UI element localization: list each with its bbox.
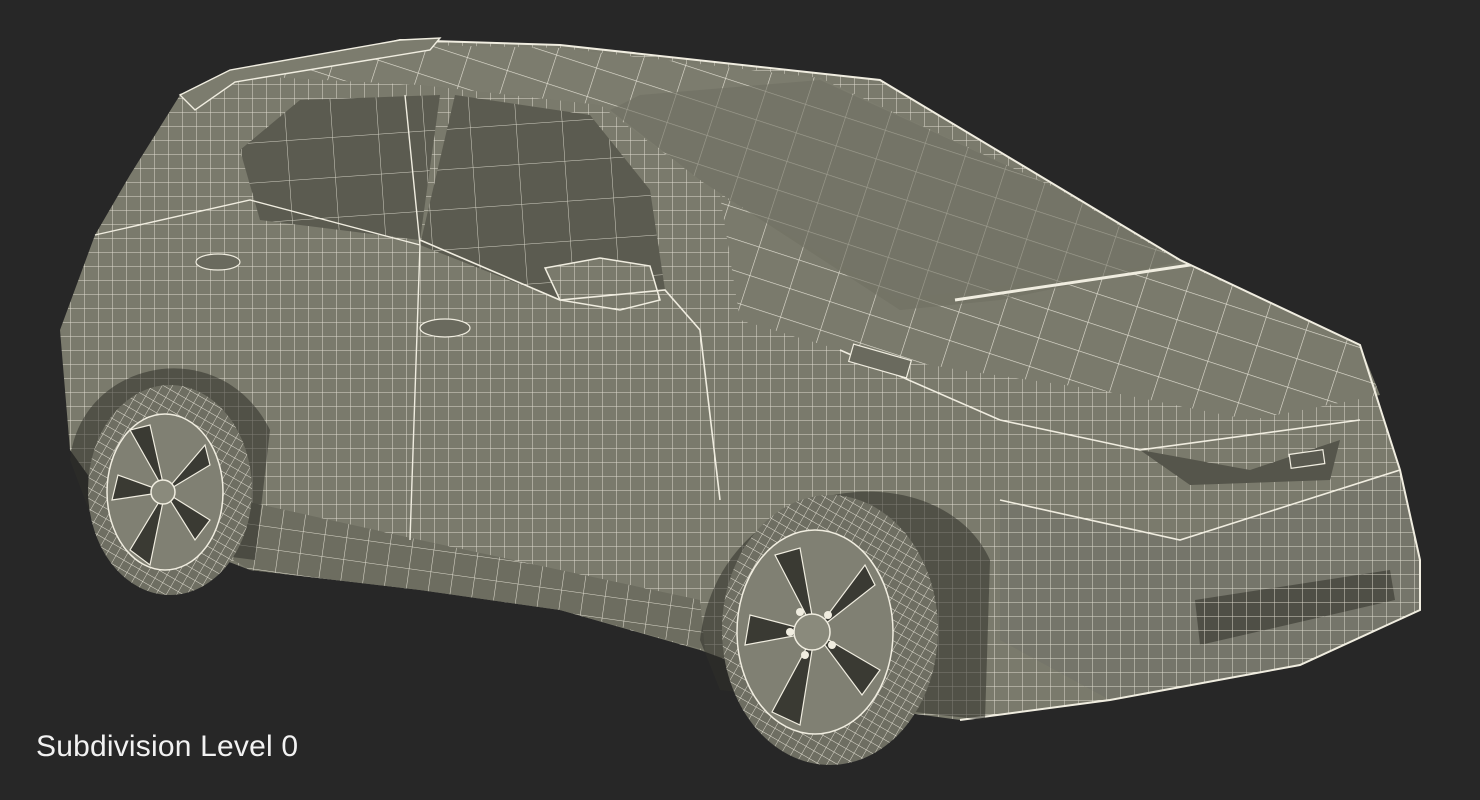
car-rear-wheel — [88, 385, 252, 595]
car-door-handle-front — [419, 318, 471, 338]
subdivision-level-caption: Subdivision Level 0 — [36, 730, 299, 763]
render-viewport: Subdivision Level 0 — [0, 0, 1480, 800]
car-wireframe-render — [60, 37, 1421, 765]
car-door-handle-rear — [195, 253, 241, 271]
car-front-wheel — [722, 495, 938, 765]
